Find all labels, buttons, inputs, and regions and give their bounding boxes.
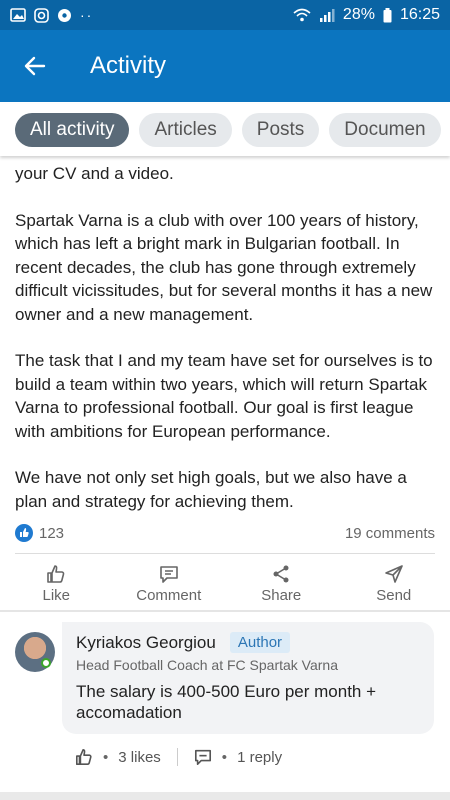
- online-status-icon: [41, 658, 51, 668]
- bottom-edge: [0, 792, 450, 800]
- status-bar-system: 28% 16:25: [293, 6, 440, 24]
- comment-header: Kyriakos Georgiou Author: [76, 632, 420, 653]
- bullet-separator: •: [221, 748, 228, 766]
- comment-label: Comment: [136, 587, 202, 604]
- arrow-left-icon: [24, 56, 46, 76]
- commenter-name[interactable]: Kyriakos Georgiou: [76, 633, 216, 653]
- post-paragraph: your CV and a video.: [15, 164, 174, 183]
- comment-replies-count[interactable]: 1 reply: [237, 749, 282, 766]
- page-title: Activity: [90, 52, 167, 79]
- reactions-number: 123: [39, 524, 65, 542]
- like-reaction-icon: [15, 524, 33, 542]
- app-bar: Activity: [0, 30, 450, 102]
- send-button[interactable]: Send: [338, 560, 450, 608]
- share-label: Share: [261, 587, 302, 604]
- thumbs-up-icon[interactable]: [75, 748, 93, 766]
- comment-text: The salary is 400-500 Euro per month + a…: [76, 682, 377, 722]
- thumbs-up-icon: [47, 565, 65, 583]
- battery-percent: 28%: [342, 6, 375, 23]
- divider: [176, 748, 178, 766]
- gallery-icon: [10, 8, 26, 22]
- comment-button[interactable]: Comment: [113, 560, 226, 608]
- instagram-icon: [34, 7, 49, 23]
- bullet-separator: •: [103, 748, 109, 766]
- comment-icon: [159, 566, 178, 583]
- comment-bubble: Kyriakos Georgiou Author Head Football C…: [62, 622, 434, 734]
- comments-count[interactable]: 19 comments: [345, 525, 435, 542]
- football-icon: [58, 8, 71, 22]
- tab-documents[interactable]: Documen: [329, 113, 441, 147]
- status-bar: ·· 28% 16:25: [0, 0, 450, 30]
- post-stats: 123 19 comments: [15, 520, 435, 546]
- filter-tabs: All activity Articles Posts Documen: [0, 104, 450, 156]
- reply-icon[interactable]: [194, 748, 212, 766]
- tab-articles[interactable]: Articles: [139, 113, 232, 147]
- share-button[interactable]: Share: [225, 560, 338, 608]
- comment-likes-count[interactable]: 3 likes: [118, 749, 161, 766]
- wifi-icon: [293, 8, 311, 22]
- tab-posts[interactable]: Posts: [241, 113, 320, 147]
- like-button[interactable]: Like: [0, 560, 113, 608]
- section-divider: [0, 610, 450, 612]
- comment-actions: • 3 likes • 1 reply: [75, 748, 282, 766]
- clock: 16:25: [399, 6, 440, 23]
- divider: [15, 553, 435, 554]
- reactions-count[interactable]: 123: [15, 524, 64, 542]
- commenter-headline: Head Football Coach at FC Spartak Varna: [76, 657, 338, 673]
- post-paragraph: We have not only set high goals, but we …: [15, 468, 407, 511]
- back-button[interactable]: [0, 30, 70, 102]
- more-notifications-icon: ··: [80, 7, 94, 23]
- signal-icon: [319, 9, 335, 22]
- tab-all-activity[interactable]: All activity: [15, 113, 130, 147]
- send-label: Send: [376, 587, 412, 604]
- like-label: Like: [42, 587, 71, 604]
- send-icon: [384, 565, 403, 583]
- status-bar-notifications: ··: [10, 7, 93, 23]
- post-actions: Like Comment Share Send: [0, 560, 450, 608]
- post-body: your CV and a video. Spartak Varna is a …: [15, 160, 440, 536]
- battery-icon: [383, 7, 392, 22]
- share-icon: [273, 565, 289, 583]
- post-paragraph: The task that I and my team have set for…: [15, 351, 433, 441]
- author-badge: Author: [229, 632, 291, 653]
- post-paragraph: Spartak Varna is a club with over 100 ye…: [15, 210, 433, 324]
